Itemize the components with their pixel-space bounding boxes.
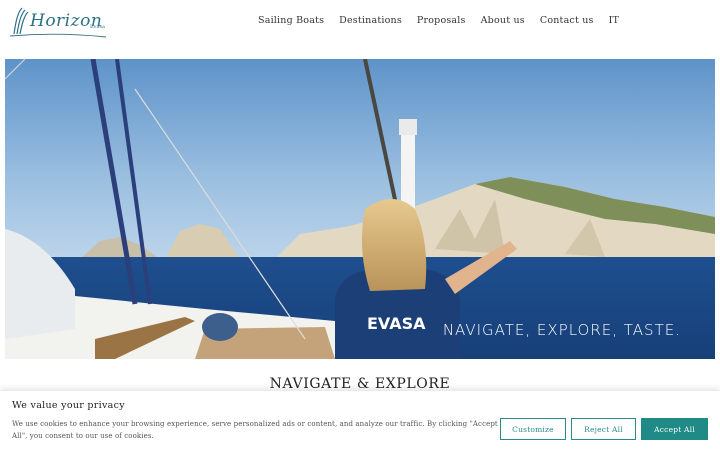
main-nav: Sailing Boats Destinations Proposals Abo… [258, 15, 619, 26]
customize-button[interactable]: Customize [500, 418, 566, 440]
hero-tagline: NAVIGATE, EXPLORE, TASTE. [442, 321, 681, 339]
site-header: Horizon Evasa Sailing Boats Destinations… [0, 0, 720, 58]
hero-photo: EVASA [5, 59, 715, 359]
accept-all-button[interactable]: Accept All [641, 418, 708, 440]
section-title: NAVIGATE & EXPLORE [269, 376, 451, 392]
nav-contact-us[interactable]: Contact us [540, 15, 594, 26]
nav-language-it[interactable]: IT [609, 15, 620, 26]
nav-about-us[interactable]: About us [481, 15, 525, 26]
horizon-logo[interactable]: Horizon Evasa [8, 4, 112, 40]
hero-banner: EVASA NAVIGATE, EXPLORE, TASTE. [5, 59, 715, 359]
cookie-banner: We value your privacy We use cookies to … [0, 391, 720, 450]
reject-all-button[interactable]: Reject All [571, 418, 636, 440]
nav-destinations[interactable]: Destinations [339, 15, 402, 26]
logo-suffix: Evasa [90, 24, 106, 30]
cookie-description: We use cookies to enhance your browsing … [12, 420, 498, 440]
cookie-title: We value your privacy [12, 400, 125, 411]
shirt-logo-text: EVASA [367, 314, 426, 333]
nav-proposals[interactable]: Proposals [417, 15, 466, 26]
nav-sailing-boats[interactable]: Sailing Boats [258, 15, 324, 26]
